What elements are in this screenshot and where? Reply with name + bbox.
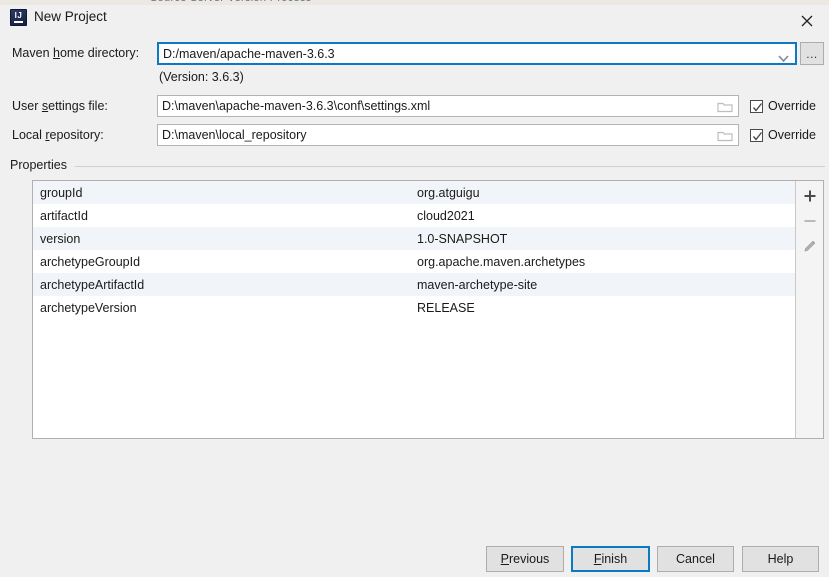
- property-key-cell: archetypeArtifactId: [33, 278, 415, 292]
- property-key-cell: version: [33, 232, 415, 246]
- user-settings-file-label: User settings file:: [12, 99, 108, 113]
- cancel-button[interactable]: Cancel: [657, 546, 734, 572]
- edit-property-button[interactable]: [796, 233, 824, 257]
- table-row[interactable]: archetypeGroupIdorg.apache.maven.archety…: [33, 250, 795, 273]
- properties-table-panel: groupIdorg.atguiguartifactIdcloud2021ver…: [32, 180, 824, 439]
- maven-home-directory-combobox[interactable]: [157, 42, 797, 65]
- user-settings-override-checkbox[interactable]: Override: [750, 99, 816, 113]
- dialog-title: New Project: [34, 9, 107, 24]
- maven-home-browse-button[interactable]: ...: [800, 42, 824, 65]
- local-repository-override-checkbox[interactable]: Override: [750, 128, 816, 142]
- local-repository-input[interactable]: [162, 125, 702, 145]
- maven-home-directory-input[interactable]: [163, 44, 763, 63]
- table-row[interactable]: artifactIdcloud2021: [33, 204, 795, 227]
- property-key-cell: groupId: [33, 186, 415, 200]
- folder-icon[interactable]: [717, 129, 733, 142]
- finish-button[interactable]: Finish: [571, 546, 650, 572]
- intellij-idea-icon: IJ: [10, 9, 27, 26]
- user-settings-override-label: Override: [768, 99, 816, 113]
- properties-table-toolbar: [795, 181, 823, 438]
- previous-button[interactable]: Previous: [486, 546, 564, 572]
- maven-version-note: (Version: 3.6.3): [159, 70, 244, 84]
- checkbox-box[interactable]: [750, 100, 763, 113]
- local-repository-label: Local repository:: [12, 128, 104, 142]
- properties-group-separator: [75, 166, 825, 167]
- table-row[interactable]: groupIdorg.atguigu: [33, 181, 795, 204]
- property-value-cell: 1.0-SNAPSHOT: [415, 232, 795, 246]
- property-value-cell: cloud2021: [415, 209, 795, 223]
- close-icon[interactable]: [784, 5, 829, 34]
- properties-table[interactable]: groupIdorg.atguiguartifactIdcloud2021ver…: [33, 181, 795, 438]
- add-property-button[interactable]: [796, 183, 824, 207]
- table-row[interactable]: version1.0-SNAPSHOT: [33, 227, 795, 250]
- properties-group-label: Properties: [10, 158, 73, 172]
- help-button[interactable]: Help: [742, 546, 819, 572]
- property-key-cell: artifactId: [33, 209, 415, 223]
- table-row[interactable]: archetypeArtifactIdmaven-archetype-site: [33, 273, 795, 296]
- property-key-cell: archetypeVersion: [33, 301, 415, 315]
- property-value-cell: RELEASE: [415, 301, 795, 315]
- user-settings-file-field[interactable]: [157, 95, 739, 117]
- remove-property-button[interactable]: [796, 208, 824, 232]
- property-value-cell: org.atguigu: [415, 186, 795, 200]
- folder-icon[interactable]: [717, 100, 733, 113]
- local-repository-override-label: Override: [768, 128, 816, 142]
- user-settings-file-input[interactable]: [162, 96, 702, 116]
- new-project-dialog: IJ New Project Maven home directory: ...…: [0, 5, 829, 577]
- chevron-down-icon[interactable]: [778, 51, 789, 65]
- ellipsis-icon: ...: [801, 45, 823, 63]
- property-value-cell: maven-archetype-site: [415, 278, 795, 292]
- checkbox-box[interactable]: [750, 129, 763, 142]
- maven-home-directory-label: Maven home directory:: [12, 46, 139, 60]
- property-value-cell: org.apache.maven.archetypes: [415, 255, 795, 269]
- local-repository-field[interactable]: [157, 124, 739, 146]
- table-row[interactable]: archetypeVersionRELEASE: [33, 296, 795, 319]
- background-window-text: Source Server Version Process: [150, 0, 312, 4]
- dialog-titlebar: IJ New Project: [0, 5, 829, 34]
- property-key-cell: archetypeGroupId: [33, 255, 415, 269]
